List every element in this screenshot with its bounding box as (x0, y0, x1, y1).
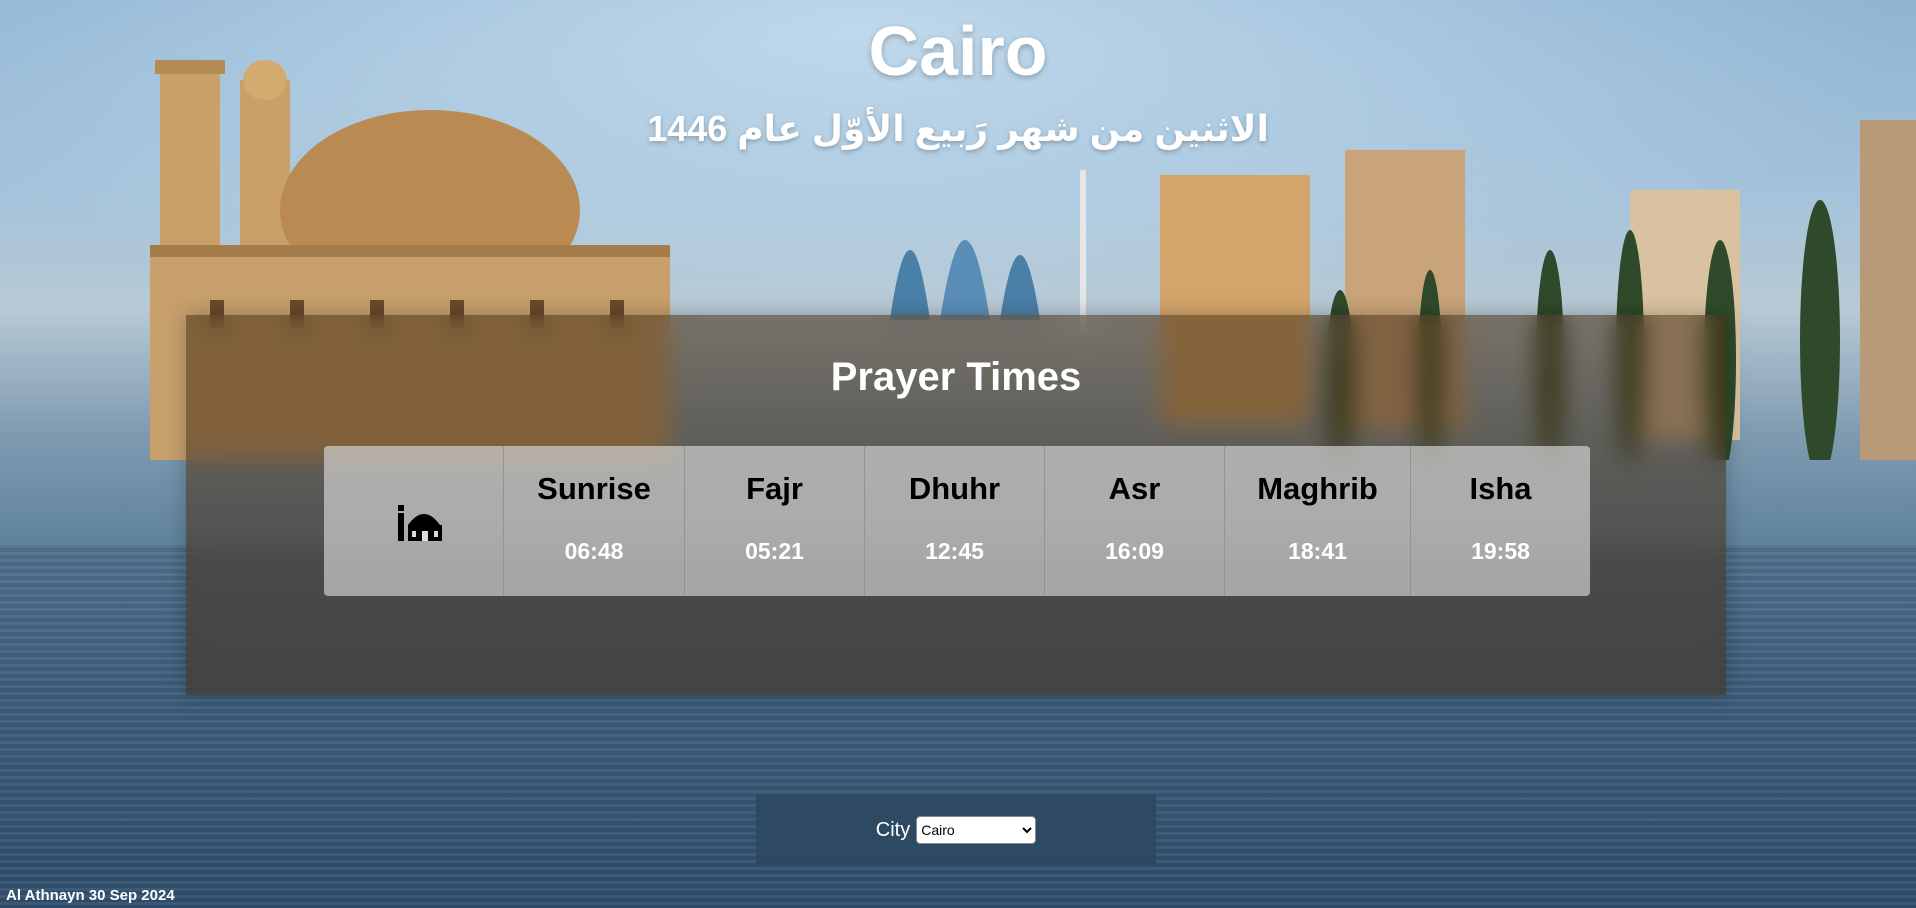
prayer-times-table: Sunrise 06:48 Fajr 05:21 Dhuhr 12:45 Asr… (324, 446, 1590, 596)
hijri-date: الاثنين من شهر رَبيع الأوّل عام 1446 (647, 108, 1269, 149)
prayer-name: Dhuhr (908, 471, 1001, 506)
prayer-cell-isha: Isha 19:58 (1411, 446, 1590, 596)
prayer-cell-asr: Asr 16:09 (1045, 446, 1225, 596)
prayer-name: Fajr (746, 471, 803, 506)
prayer-cell-maghrib: Maghrib 18:41 (1225, 446, 1411, 596)
city-select[interactable]: Cairo (916, 816, 1037, 844)
prayer-name: Asr (1108, 471, 1161, 506)
prayer-time: 16:09 (1105, 538, 1164, 564)
city-selector-bar: City Cairo (756, 795, 1156, 865)
mosque-icon (398, 505, 442, 541)
prayer-cell-dhuhr: Dhuhr 12:45 (865, 446, 1045, 596)
gregorian-date: Al Athnayn 30 Sep 2024 (6, 887, 175, 904)
prayer-name: Isha (1469, 471, 1532, 506)
prayer-cell-fajr: Fajr 05:21 (685, 446, 865, 596)
city-title: Cairo (868, 12, 1048, 90)
icon-cell (324, 446, 504, 596)
prayer-name: Sunrise (537, 471, 651, 506)
panel-title: Prayer Times (830, 355, 1082, 399)
prayer-time: 19:58 (1471, 538, 1530, 564)
page-background: Cairo الاثنين من شهر رَبيع الأوّل عام 14… (0, 0, 1916, 908)
prayer-time: 12:45 (925, 538, 984, 564)
prayer-name: Maghrib (1257, 471, 1378, 506)
prayer-time: 05:21 (745, 538, 804, 564)
prayer-time: 18:41 (1288, 538, 1347, 564)
city-label: City (875, 818, 911, 841)
prayer-time: 06:48 (564, 538, 624, 564)
prayer-times-panel: Prayer Times Sunrise 06:48 Fajr 05:21 Dh… (186, 315, 1726, 695)
prayer-cell-sunrise: Sunrise 06:48 (504, 446, 685, 596)
